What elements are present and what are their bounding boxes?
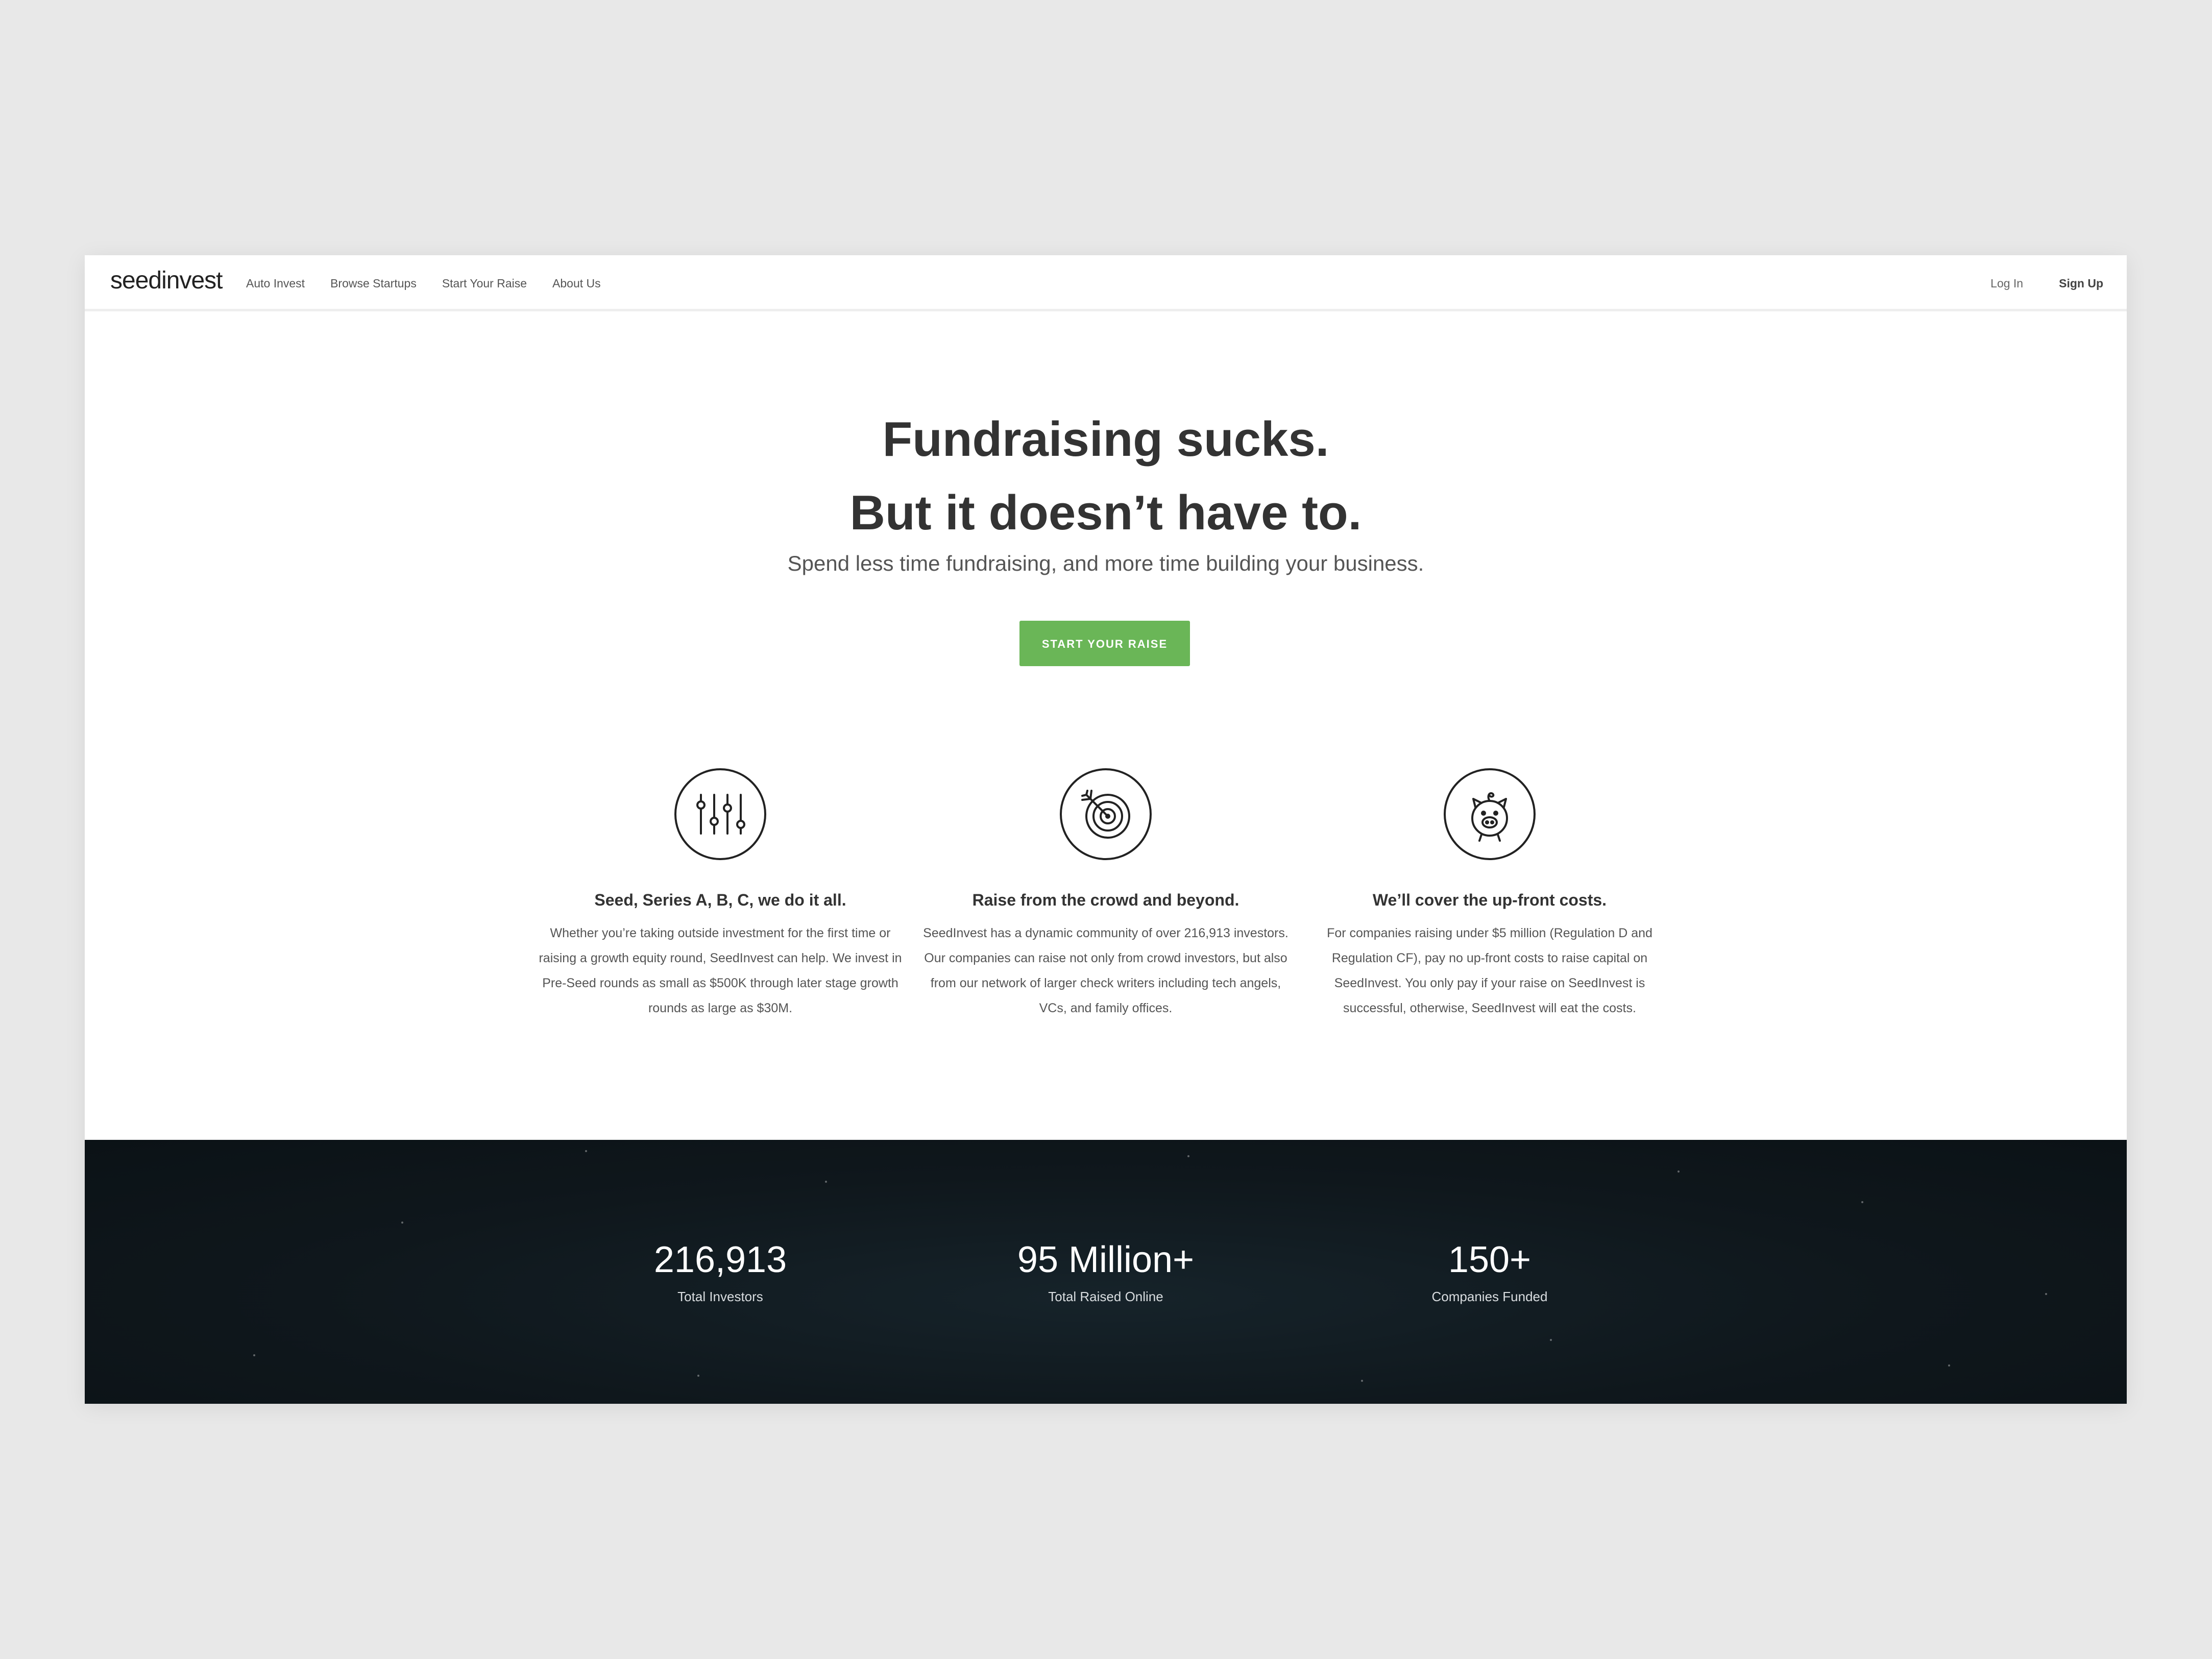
stat-value: 95 Million+ [1017,1239,1195,1280]
nav-link-about-us[interactable]: About Us [552,277,601,290]
feature-all-stages: Seed, Series A, B, C, we do it all. Whet… [531,768,909,1021]
feature-title: Seed, Series A, B, C, we do it all. [594,891,846,909]
feature-text: SeedInvest has a dynamic community of ov… [923,926,1289,1015]
feature-title: We’ll cover the up-front costs. [1372,891,1607,909]
stat-value: 216,913 [653,1239,787,1280]
feature-crowd: Raise from the crowd and beyond. SeedInv… [917,768,1295,1021]
nav-auth: Log In Sign Up [1990,277,2103,290]
sliders-icon [674,768,766,860]
feature-upfront-costs: We’ll cover the up-front costs. For comp… [1301,768,1679,1021]
stat-label: Total Raised Online [1048,1289,1163,1304]
nav-link-start-your-raise[interactable]: Start Your Raise [442,277,527,290]
nav-link-auto-invest[interactable]: Auto Invest [246,277,305,290]
stat-total-raised: 95 Million+ Total Raised Online [953,1237,1259,1305]
stat-label: Companies Funded [1431,1289,1548,1304]
stats-band: 216,913 Total Investors 95 Million+ Tota… [85,1140,2127,1404]
target-icon [1060,768,1152,860]
start-your-raise-button[interactable]: START YOUR RAISE [1019,621,1190,666]
stat-companies-funded: 150+ Companies Funded [1336,1237,1643,1305]
seedinvest-logo[interactable]: seedinvest [110,266,223,295]
signup-link[interactable]: Sign Up [2059,277,2103,290]
hero-subhead: Spend less time fundraising, and more ti… [787,551,1424,575]
nav-links: Auto Invest Browse Startups Start Your R… [246,277,626,290]
feature-title: Raise from the crowd and beyond. [972,891,1239,909]
browser-window: seedinvest Auto Invest Browse Startups S… [85,255,2127,1404]
login-link[interactable]: Log In [1990,277,2023,290]
top-navbar: seedinvest Auto Invest Browse Startups S… [85,255,2127,311]
nav-link-browse-startups[interactable]: Browse Startups [330,277,417,290]
hero-headline-line-2: But it doesn’t have to. [849,485,1362,540]
feature-text: For companies raising under $5 million (… [1327,926,1652,1015]
piggy-bank-icon [1444,768,1536,860]
stat-label: Total Investors [677,1289,763,1304]
feature-text: Whether you’re taking outside investment… [539,926,902,1015]
stat-total-investors: 216,913 Total Investors [567,1237,873,1305]
hero-headline-line-1: Fundraising sucks. [882,412,1329,467]
stat-value: 150+ [1448,1239,1532,1280]
